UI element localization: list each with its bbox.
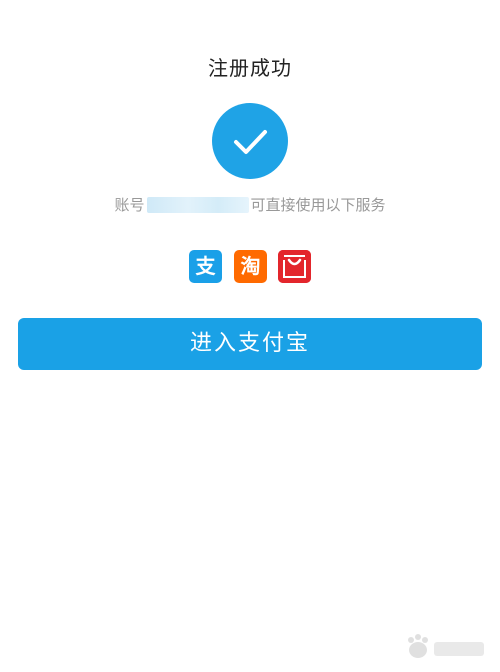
masked-account-number (146, 196, 249, 213)
enter-alipay-button[interactable]: 进入支付宝 (18, 318, 482, 370)
success-check-icon (212, 103, 288, 179)
account-prefix: 账号 (114, 196, 145, 214)
service-icons: 支 淘 (189, 250, 313, 283)
baidu-watermark-logo (400, 630, 490, 666)
tmall-icon (278, 250, 311, 283)
taobao-icon: 淘 (234, 250, 267, 283)
alipay-icon: 支 (189, 250, 222, 283)
account-message: 账号 可直接使用以下服务 (0, 194, 500, 215)
page-title: 注册成功 (208, 56, 292, 80)
account-suffix: 可直接使用以下服务 (250, 196, 386, 214)
